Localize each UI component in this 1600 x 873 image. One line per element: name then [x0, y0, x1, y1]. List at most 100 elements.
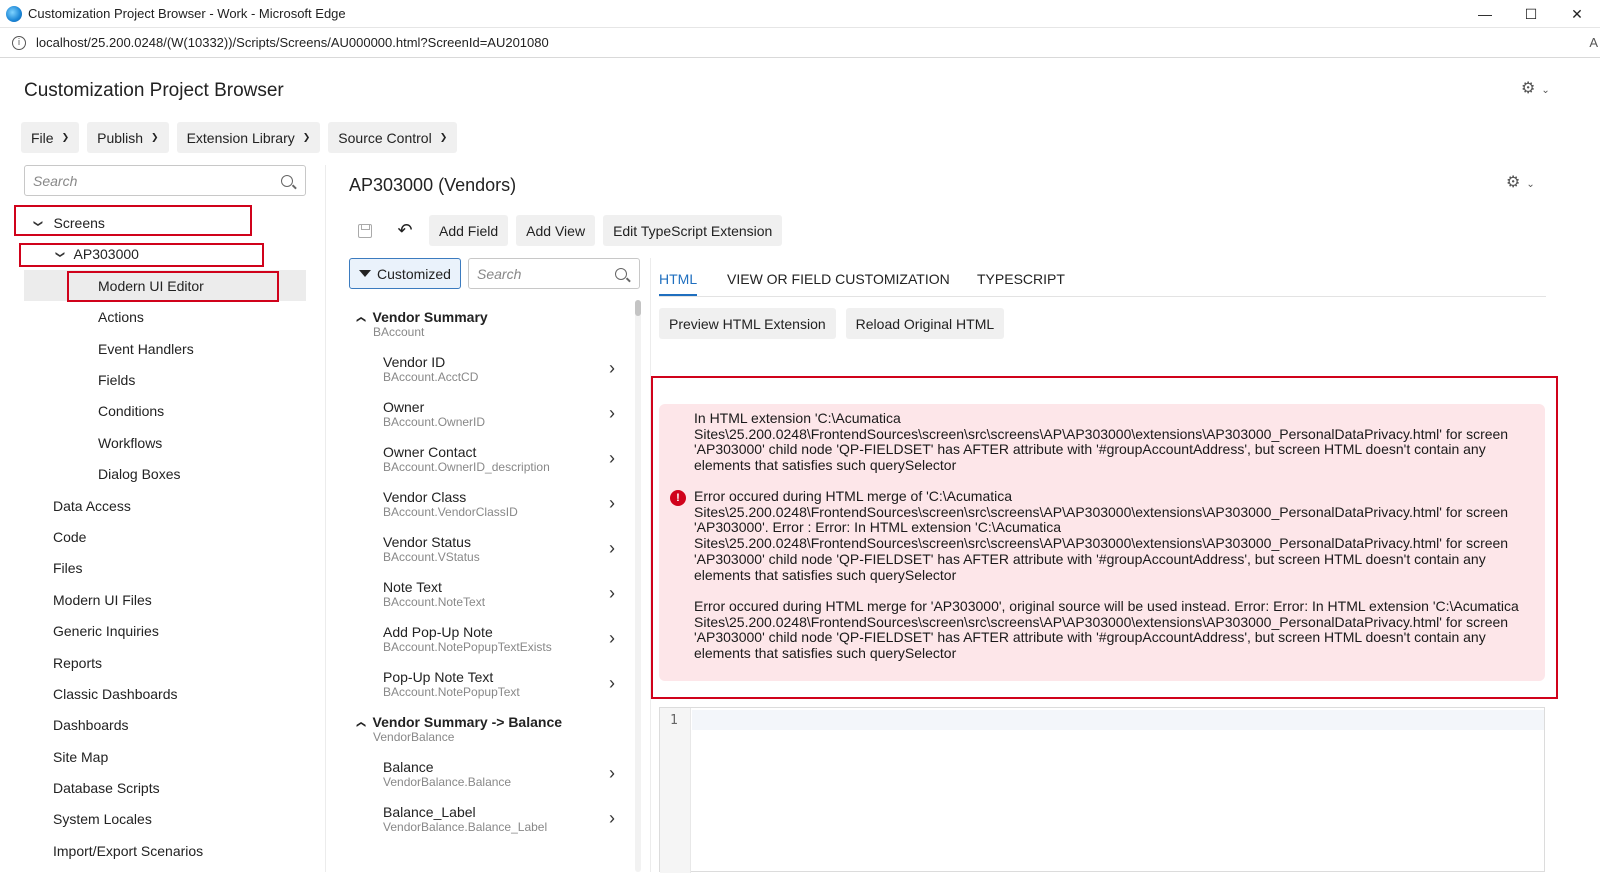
chevron-right-icon[interactable]: › — [609, 403, 615, 424]
scrollbar-thumb[interactable] — [635, 300, 641, 316]
tree-item-workflows[interactable]: Workflows — [98, 429, 162, 457]
edit-typescript-extension-button[interactable]: Edit TypeScript Extension — [603, 215, 783, 246]
edge-icon — [6, 5, 22, 22]
address-bar[interactable]: i localhost/25.200.0248/(W(10332))/Scrip… — [0, 28, 1600, 58]
main-menu: File ❯ Publish ❯ Extension Library ❯ Source… — [21, 122, 458, 153]
field-label[interactable]: Balance_Label — [383, 804, 476, 820]
line-gutter: 1 — [660, 708, 691, 873]
field-label[interactable]: Pop-Up Note Text — [383, 669, 493, 685]
save-icon — [358, 223, 372, 238]
save-button[interactable] — [349, 215, 381, 246]
search-placeholder: Search — [477, 265, 522, 282]
chevron-right-icon[interactable]: › — [609, 763, 615, 784]
tab-typescript[interactable]: TYPESCRIPT — [977, 271, 1065, 287]
publish-menu-button[interactable]: Publish ❯ — [87, 122, 169, 153]
chevron-right-icon[interactable]: › — [609, 538, 615, 559]
field-label[interactable]: Vendor Class — [383, 489, 466, 505]
read-aloud-icon[interactable]: A — [1589, 35, 1598, 50]
active-tab-indicator — [659, 294, 697, 296]
source-control-menu-button[interactable]: Source Control ❯ — [328, 122, 458, 153]
tree-item-dialog-boxes[interactable]: Dialog Boxes — [98, 460, 181, 488]
field-label[interactable]: Vendor Status — [383, 534, 471, 550]
add-field-button[interactable]: Add Field — [429, 215, 509, 246]
chevron-right-icon[interactable]: › — [609, 583, 615, 604]
tree-item-system-locales[interactable]: System Locales — [53, 805, 152, 833]
field-search-input[interactable]: Search — [468, 258, 640, 289]
field-label[interactable]: Note Text — [383, 579, 442, 595]
add-view-button[interactable]: Add View — [516, 215, 596, 246]
field-binding: BAccount.OwnerID_description — [383, 460, 550, 474]
url-text[interactable]: localhost/25.200.0248/(W(10332))/Scripts… — [36, 35, 549, 50]
close-button[interactable]: ✕ — [1554, 0, 1600, 28]
tree-item-data-access[interactable]: Data Access — [53, 492, 131, 520]
tree-item-event-handlers[interactable]: Event Handlers — [98, 335, 194, 363]
chevron-right-icon[interactable]: › — [609, 628, 615, 649]
search-icon[interactable] — [615, 267, 627, 280]
tree-item-reports[interactable]: Reports — [53, 649, 102, 677]
field-label[interactable]: Vendor ID — [383, 354, 445, 370]
group-view-name: BAccount — [373, 325, 425, 339]
highlight-box-ap303000 — [19, 243, 264, 267]
tree-item-conditions[interactable]: Conditions — [98, 397, 164, 425]
tree-item-files[interactable]: Files — [53, 554, 83, 582]
preview-html-extension-button[interactable]: Preview HTML Extension — [659, 308, 836, 339]
field-label[interactable]: Add Pop-Up Note — [383, 624, 493, 640]
minimize-button[interactable]: — — [1462, 0, 1508, 28]
field-label[interactable]: Owner Contact — [383, 444, 476, 460]
field-binding: BAccount.NoteText — [383, 595, 486, 609]
tab-html[interactable]: HTML — [659, 271, 697, 287]
screen-title: AP303000 (Vendors) — [349, 175, 517, 195]
group-header-vendor-balance[interactable]: ❯ Vendor Summary -> Balance — [355, 714, 562, 730]
chevron-right-icon[interactable]: › — [609, 673, 615, 694]
tree-item-site-map[interactable]: Site Map — [53, 743, 108, 771]
reload-original-html-button[interactable]: Reload Original HTML — [845, 308, 1005, 339]
chevron-right-icon[interactable]: › — [609, 808, 615, 829]
tree-item-dashboards[interactable]: Dashboards — [53, 711, 129, 739]
field-binding: BAccount.VStatus — [383, 550, 480, 564]
field-list-scrollbar[interactable] — [635, 300, 641, 872]
filter-icon — [359, 270, 372, 277]
highlight-box-error-panel — [651, 376, 1558, 699]
field-binding: BAccount.NotePopupTextExists — [383, 640, 552, 654]
screen-toolbar: ↶ Add Field Add View Edit TypeScript Ext… — [349, 215, 783, 246]
window-title-bar: Customization Project Browser - Work - M… — [0, 0, 1600, 28]
group-header-vendor-summary[interactable]: ❯ Vendor Summary — [355, 309, 487, 325]
info-icon[interactable]: i — [12, 35, 26, 50]
customized-filter-button[interactable]: Customized — [349, 258, 461, 289]
search-icon[interactable] — [281, 174, 293, 187]
tree-search-input[interactable]: Search — [24, 165, 306, 196]
app-settings-gear-icon[interactable]: ⚙ ⌄ — [1521, 78, 1550, 98]
tab-view-or-field-customization[interactable]: VIEW OR FIELD CUSTOMIZATION — [727, 271, 950, 287]
tree-item-modern-ui-files[interactable]: Modern UI Files — [53, 586, 152, 614]
tree-item-database-scripts[interactable]: Database Scripts — [53, 774, 160, 802]
chevron-down-icon: ⌄ — [1526, 179, 1535, 190]
chevron-up-icon[interactable]: ❯ — [355, 721, 366, 729]
line-number: 1 — [670, 713, 678, 728]
screen-settings-gear-icon[interactable]: ⚙ ⌄ — [1506, 172, 1535, 192]
tree-item-import-export-scenarios[interactable]: Import/Export Scenarios — [53, 837, 203, 865]
field-label[interactable]: Owner — [383, 399, 424, 415]
field-list: ❯ Vendor Summary BAccount Vendor ID BAcco… — [349, 300, 639, 872]
tree-item-fields[interactable]: Fields — [98, 366, 135, 394]
tree-item-generic-inquiries[interactable]: Generic Inquiries — [53, 617, 159, 645]
undo-icon: ↶ — [397, 220, 413, 240]
chevron-up-icon[interactable]: ❯ — [355, 316, 366, 324]
undo-button[interactable]: ↶ — [389, 215, 421, 246]
chevron-right-icon[interactable]: › — [609, 358, 615, 379]
file-menu-button[interactable]: File ❯ — [21, 122, 80, 153]
panel-splitter[interactable] — [325, 165, 326, 872]
field-binding: VendorBalance.Balance_Label — [383, 820, 548, 834]
html-actions: Preview HTML Extension Reload Original H… — [659, 308, 1005, 339]
maximize-button[interactable]: ☐ — [1508, 0, 1554, 28]
tree-item-classic-dashboards[interactable]: Classic Dashboards — [53, 680, 178, 708]
field-label[interactable]: Balance — [383, 759, 434, 775]
extension-library-menu-button[interactable]: Extension Library ❯ — [176, 122, 321, 153]
tree-item-actions[interactable]: Actions — [98, 303, 144, 331]
tree-item-code[interactable]: Code — [53, 523, 86, 551]
chevron-right-icon[interactable]: › — [609, 448, 615, 469]
chevron-right-icon[interactable]: › — [609, 493, 615, 514]
active-line-highlight — [692, 710, 1544, 730]
html-code-editor[interactable]: 1 — [659, 707, 1545, 873]
field-binding: BAccount.VendorClassID — [383, 505, 518, 519]
chevron-down-icon: ❯ — [151, 132, 159, 142]
